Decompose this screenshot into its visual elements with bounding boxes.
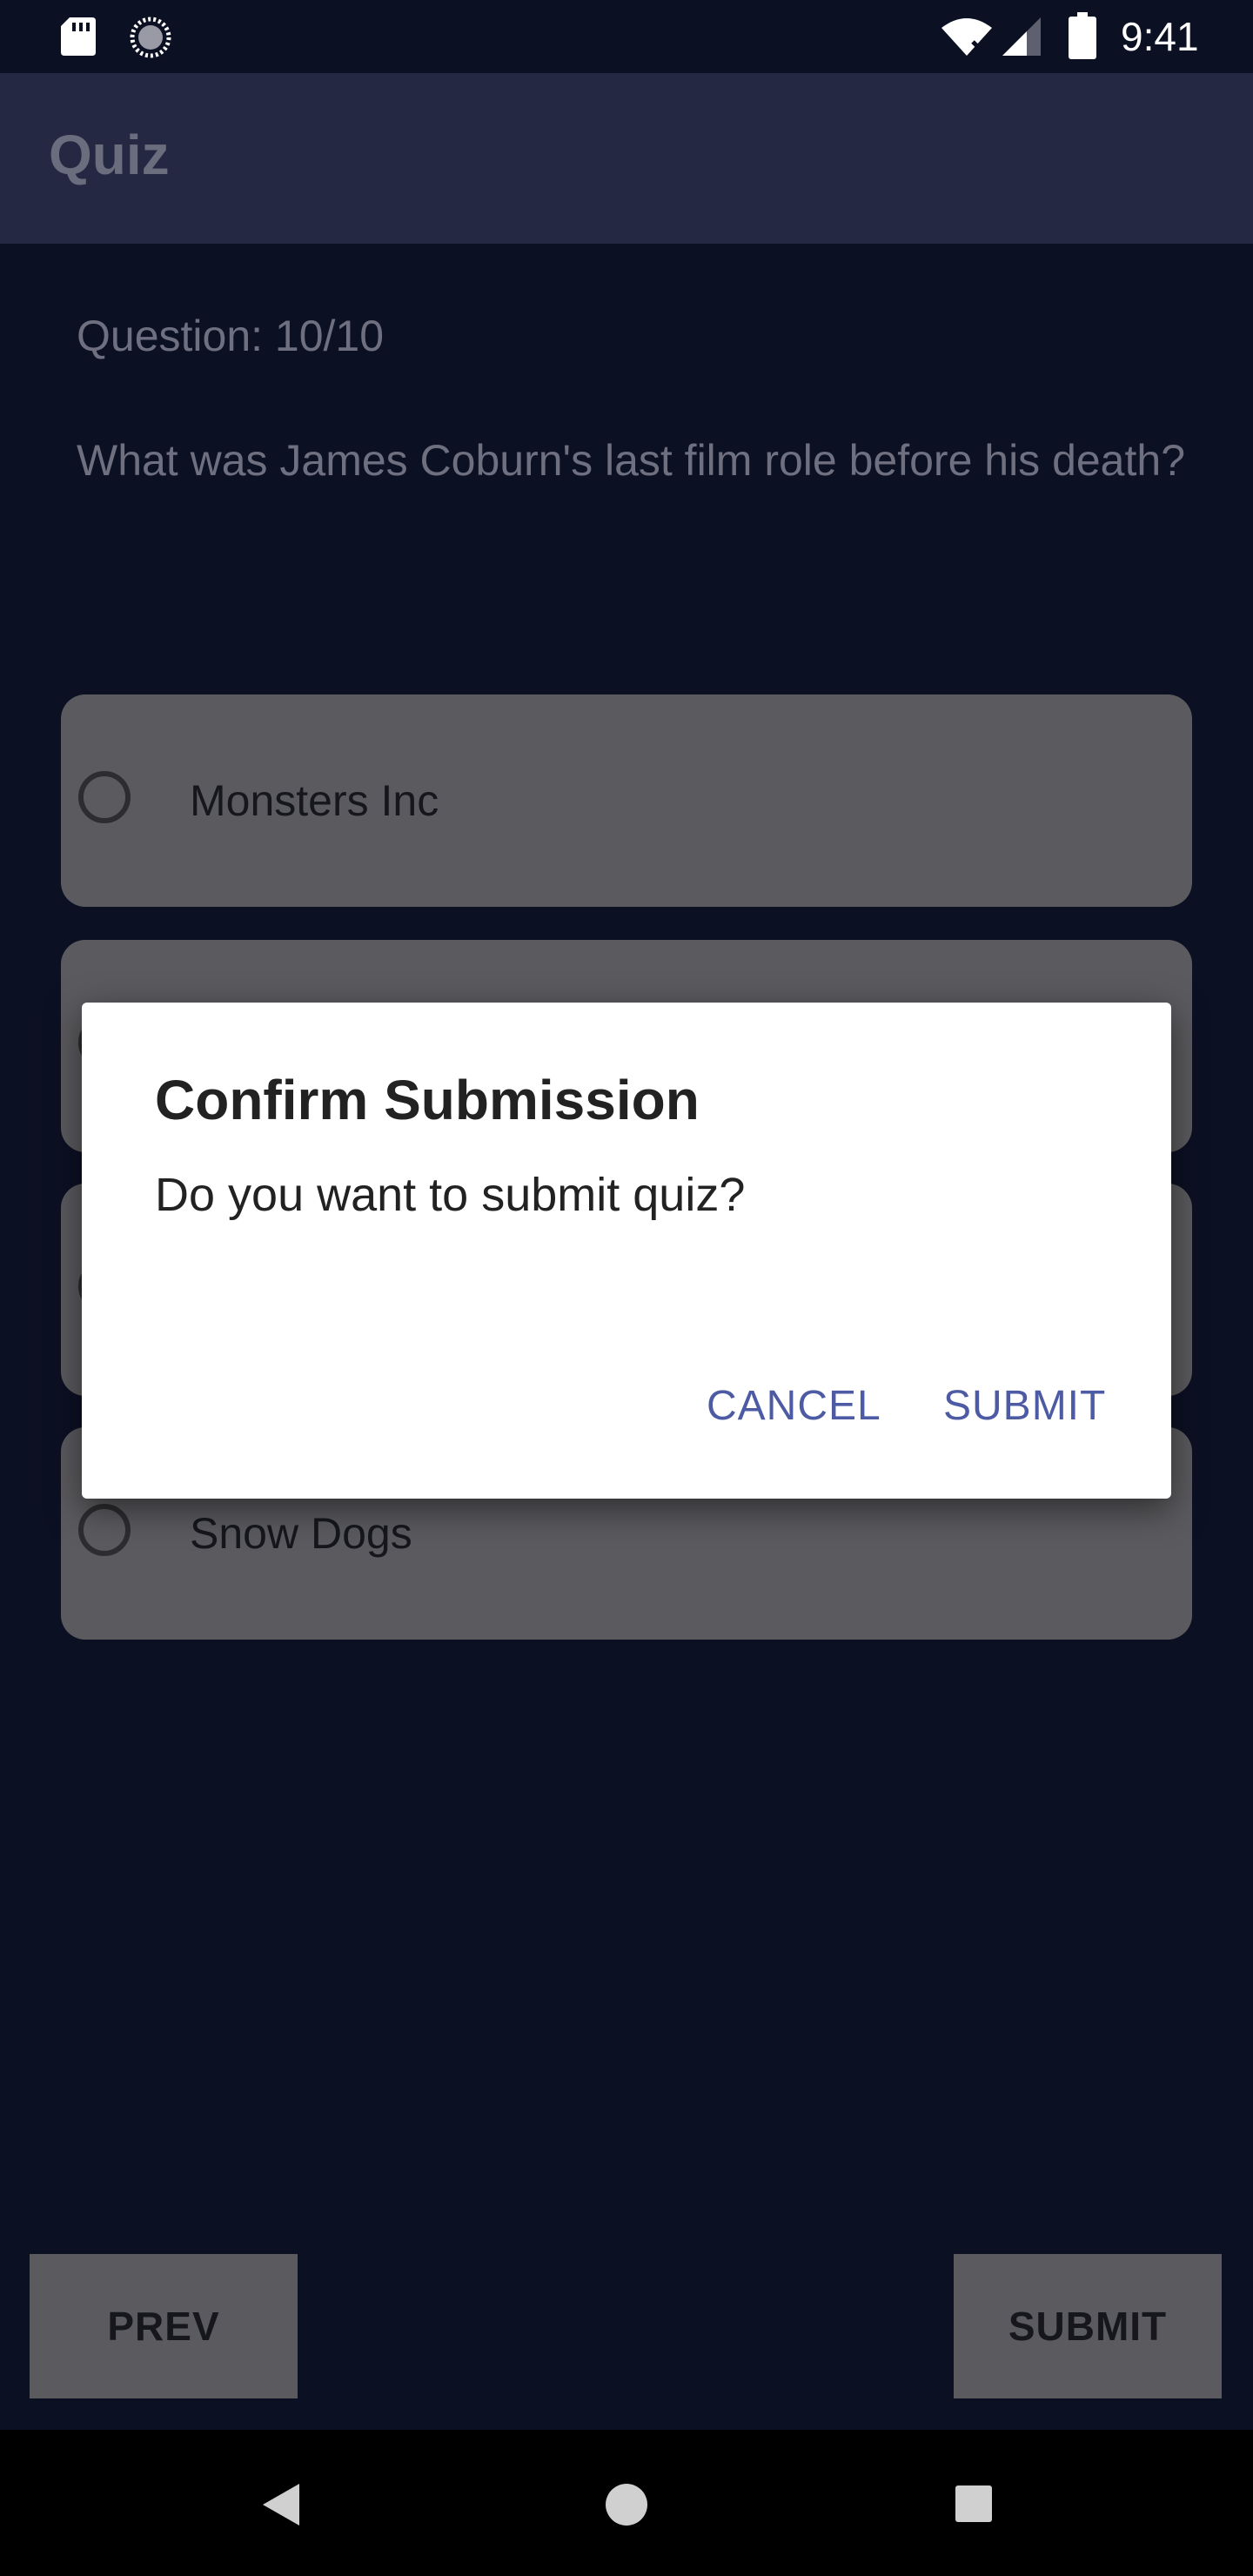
- radio-button[interactable]: [78, 771, 131, 823]
- status-time: 9:41: [1121, 14, 1199, 59]
- dialog-message: Do you want to submit quiz?: [155, 1169, 746, 1221]
- radio-button[interactable]: [78, 1504, 131, 1556]
- question-text: What was James Coburn's last film role b…: [77, 436, 1185, 485]
- prev-button[interactable]: PREV: [30, 2254, 298, 2398]
- question-counter: Question: 10/10: [77, 312, 385, 360]
- sd-card-icon: [61, 17, 96, 56]
- sync-icon: [130, 17, 171, 58]
- answer-option-label: Monsters Inc: [190, 776, 439, 825]
- app-bar: Quiz: [0, 73, 1253, 244]
- dialog-title: Confirm Submission: [155, 1069, 700, 1131]
- signal-icon: [1002, 17, 1041, 56]
- battery-icon: [1069, 12, 1096, 59]
- submit-button[interactable]: SUBMIT: [943, 1372, 1106, 1441]
- recents-icon[interactable]: [954, 2484, 994, 2524]
- status-bar: 9:41: [0, 0, 1253, 73]
- page-title: Quiz: [49, 124, 170, 186]
- answer-option-1[interactable]: Monsters Inc: [61, 694, 1192, 907]
- cancel-button[interactable]: CANCEL: [707, 1372, 881, 1441]
- confirm-dialog: Confirm Submission Do you want to submit…: [82, 1003, 1171, 1499]
- navigation-bar: [0, 2430, 1253, 2576]
- answer-option-label: Snow Dogs: [190, 1509, 412, 1558]
- submit-quiz-button[interactable]: SUBMIT: [954, 2254, 1222, 2398]
- wifi-icon: [941, 18, 992, 56]
- home-icon[interactable]: [604, 2482, 649, 2527]
- back-icon[interactable]: [258, 2480, 303, 2529]
